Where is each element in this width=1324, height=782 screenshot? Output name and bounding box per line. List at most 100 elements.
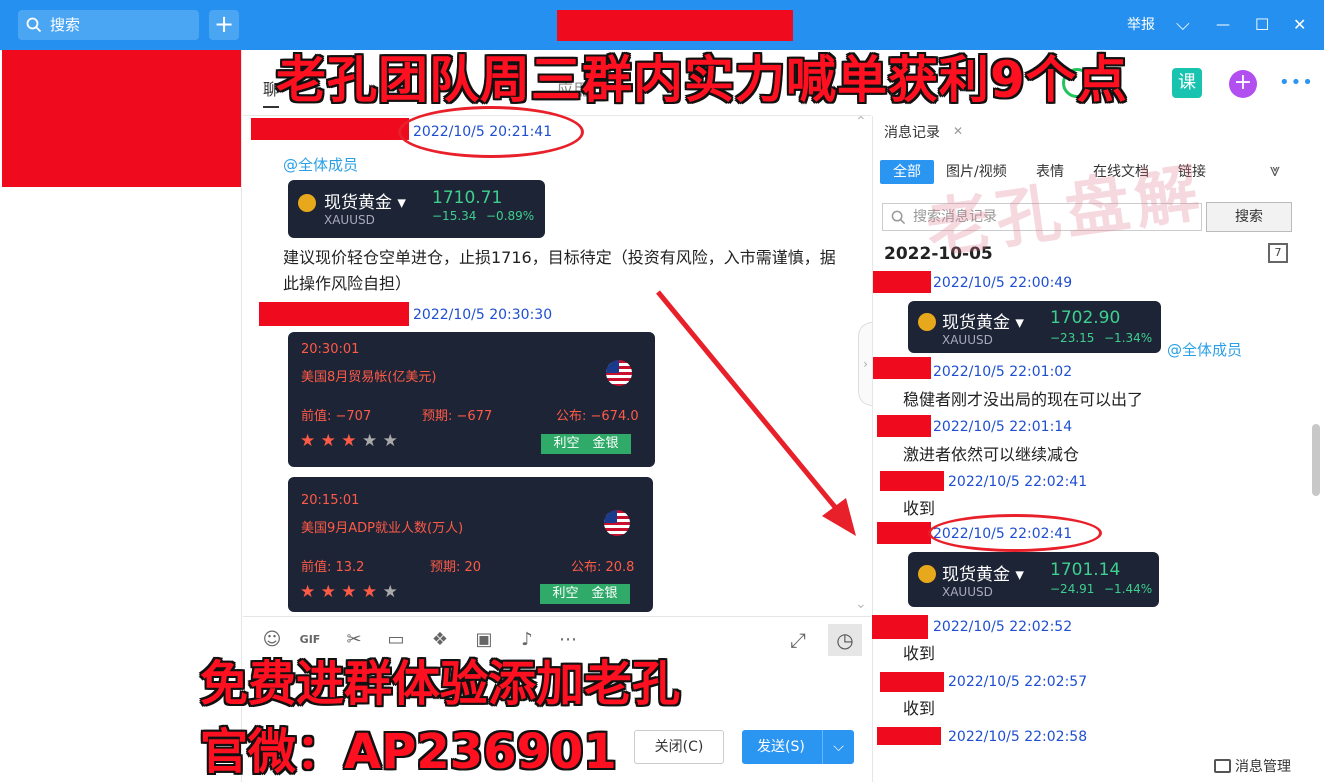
actual-value: 公布: 20.8 xyxy=(571,560,635,575)
add-button[interactable]: + xyxy=(209,10,239,40)
quote-percent: −0.89% xyxy=(486,209,535,223)
redacted-sender xyxy=(872,615,928,639)
quote-change: −23.15 xyxy=(1050,331,1095,345)
timestamp-circle xyxy=(928,514,1102,552)
history-search-button[interactable]: 搜索 xyxy=(1206,202,1292,232)
message-manage-button[interactable]: 消息管理 xyxy=(1214,756,1291,776)
search-placeholder: 搜索 xyxy=(50,16,81,34)
mention-all[interactable]: @全体成员 xyxy=(283,154,358,175)
redacted-sender xyxy=(880,471,944,491)
prev-value: 前值: −707 xyxy=(301,409,372,424)
redacted-sender xyxy=(877,415,931,437)
timestamp-circle xyxy=(398,106,584,158)
history-timestamp: 2022/10/5 22:02:58 xyxy=(948,729,1088,745)
quote-change: −15.34 xyxy=(432,209,477,223)
quote-name: 现货黄金 ▾ xyxy=(942,313,1024,333)
overlay-promo-line-2: 官微：AP236901 xyxy=(200,724,617,780)
history-message: 收到 xyxy=(903,499,936,518)
filter-icon[interactable]: ⩔ xyxy=(1270,160,1280,181)
event-title: 美国8月贸易帐(亿美元) xyxy=(301,370,437,385)
us-flag-icon xyxy=(606,360,632,386)
chevron-down-icon[interactable]: ⌵ xyxy=(1176,12,1190,38)
close-icon[interactable]: ✕ xyxy=(1293,12,1306,38)
history-timestamp: 2022/10/5 22:02:52 xyxy=(933,619,1073,635)
quote-code: XAUUSD xyxy=(324,213,375,227)
calendar-icon[interactable]: 7 xyxy=(1268,243,1288,263)
gold-quote-card[interactable]: 现货黄金 ▾ XAUUSD 1710.71 −15.34 −0.89% xyxy=(288,180,545,238)
search-icon xyxy=(26,17,42,33)
importance-stars: ★ ★ ★ ★ ★ xyxy=(300,431,398,451)
importance-stars: ★ ★ ★ ★ ★ xyxy=(300,582,398,602)
quote-percent: −1.44% xyxy=(1104,582,1153,596)
history-timestamp: 2022/10/5 22:01:14 xyxy=(933,419,1073,435)
annotation-arrow xyxy=(656,290,856,536)
gold-coin-icon xyxy=(298,194,316,212)
history-message: 稳健者刚才没出局的现在可以出了 xyxy=(903,390,1144,409)
actual-value: 公布: −674.0 xyxy=(556,409,639,424)
event-time: 20:15:01 xyxy=(301,493,360,508)
history-timestamp: 2022/10/5 22:01:02 xyxy=(933,364,1073,380)
add-circle-icon[interactable]: + xyxy=(1229,70,1257,98)
history-scrollbar[interactable] xyxy=(1312,424,1320,496)
redacted-sender xyxy=(880,672,944,692)
history-timestamp: 2022/10/5 22:02:41 xyxy=(948,474,1088,490)
history-message: 激进者依然可以继续减仓 xyxy=(903,445,1080,464)
history-tab-title: 消息记录 xyxy=(884,125,940,141)
redacted-sender xyxy=(873,271,931,293)
gold-coin-icon xyxy=(918,565,936,583)
course-icon[interactable]: 课 xyxy=(1172,68,1202,98)
history-message: 收到 xyxy=(903,644,936,663)
redacted-sender xyxy=(259,302,409,326)
quote-code: XAUUSD xyxy=(942,585,993,599)
quote-code: XAUUSD xyxy=(942,333,993,347)
overlay-promo-line-1: 免费进群体验添加老孔 xyxy=(200,656,681,712)
prev-value: 前值: 13.2 xyxy=(301,560,365,575)
collapse-up-icon[interactable]: ⌃ xyxy=(855,114,867,130)
redacted-sender xyxy=(877,522,931,544)
gold-quote-card[interactable]: 现货黄金 ▾ XAUUSD 1702.90 −23.15 −1.34% xyxy=(908,301,1161,353)
mention-all[interactable]: @全体成员 xyxy=(1167,339,1242,360)
history-timestamp: 2022/10/5 22:02:57 xyxy=(948,674,1088,690)
quote-percent: −1.34% xyxy=(1104,331,1153,345)
collapse-down-icon[interactable]: ⌄ xyxy=(855,596,867,612)
close-button[interactable]: 关闭(C) xyxy=(634,730,724,764)
manage-label: 消息管理 xyxy=(1235,759,1291,775)
history-clock-icon[interactable]: ◷ xyxy=(828,624,862,656)
quote-price: 1701.14 xyxy=(1050,560,1121,580)
overlay-title: 老孔团队周三群内实力喊单获利9个点 xyxy=(276,51,1128,109)
forecast-value: 预期: 20 xyxy=(430,560,482,575)
gold-coin-icon xyxy=(918,313,936,331)
minimize-icon[interactable]: — xyxy=(1216,12,1230,38)
message-timestamp: 2022/10/5 20:30:30 xyxy=(413,307,553,323)
gold-quote-card[interactable]: 现货黄金 ▾ XAUUSD 1701.14 −24.91 −1.44% xyxy=(908,552,1159,607)
redacted-sender xyxy=(873,357,931,379)
search-icon xyxy=(891,210,906,225)
redacted-title xyxy=(557,10,793,41)
impact-tag: 利空 金银 xyxy=(540,584,630,604)
event-title: 美国9月ADP就业人数(万人) xyxy=(301,521,464,536)
redacted-avatar xyxy=(2,50,241,187)
quote-price: 1702.90 xyxy=(1050,308,1121,328)
economic-data-card[interactable]: 20:15:01 美国9月ADP就业人数(万人) 前值: 13.2 预期: 20… xyxy=(288,477,653,612)
more-icon[interactable]: ••• xyxy=(1279,72,1314,93)
report-button[interactable]: 举报 xyxy=(1127,12,1155,38)
quote-price: 1710.71 xyxy=(432,188,503,208)
us-flag-icon xyxy=(604,510,630,536)
redacted-sender xyxy=(251,118,409,140)
quote-name: 现货黄金 ▾ xyxy=(324,193,406,213)
maximize-icon[interactable]: ☐ xyxy=(1255,12,1269,38)
expand-icon[interactable]: ⤢ xyxy=(786,628,810,652)
history-close-icon[interactable]: ✕ xyxy=(953,124,963,138)
send-label: 发送(S) xyxy=(757,739,805,755)
redacted-sender xyxy=(877,727,941,745)
manage-icon xyxy=(1214,759,1231,773)
economic-data-card[interactable]: 20:30:01 美国8月贸易帐(亿美元) 前值: −707 预期: −677 … xyxy=(288,332,655,467)
send-button[interactable]: 发送(S) ⌵ xyxy=(742,730,854,764)
quote-change: −24.91 xyxy=(1050,582,1095,596)
search-input[interactable]: 搜索 xyxy=(18,10,199,40)
quote-name: 现货黄金 ▾ xyxy=(942,565,1024,585)
send-options-icon[interactable]: ⌵ xyxy=(822,730,854,764)
impact-tag: 利空 金银 xyxy=(541,434,631,454)
event-time: 20:30:01 xyxy=(301,342,360,357)
forecast-value: 预期: −677 xyxy=(422,409,493,424)
